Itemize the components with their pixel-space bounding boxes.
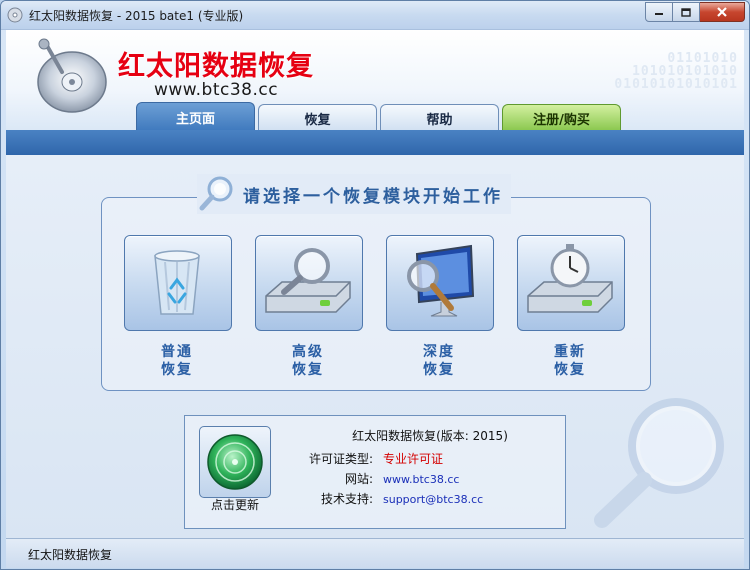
normal-recover-label: 普通 恢复	[124, 343, 230, 379]
tab-underline-bar	[6, 130, 744, 155]
update-button[interactable]	[199, 426, 271, 498]
module-label-line: 深度	[423, 344, 455, 360]
minimize-icon	[655, 13, 663, 15]
minimize-button[interactable]	[645, 2, 673, 22]
maximize-icon	[681, 7, 691, 17]
close-icon	[717, 7, 727, 17]
monitor-magnifier-icon	[407, 244, 475, 317]
search-icon	[199, 176, 233, 211]
header-banner: 01101010 101010101010 01010101010101 红太阳…	[6, 30, 744, 132]
tab-recover[interactable]: 恢复	[258, 104, 377, 132]
client-area: 01101010 101010101010 01010101010101 红太阳…	[6, 30, 744, 568]
module-label-line: 普通	[161, 344, 193, 360]
website-key: 网站:	[344, 472, 373, 486]
module-label-line: 恢复	[554, 362, 586, 378]
disk-icon	[7, 7, 23, 23]
magnifier-drive-icon	[265, 248, 351, 313]
support-key: 技术支持:	[320, 492, 373, 506]
website-row: 网站: www.btc38.cc	[279, 470, 459, 487]
app-window: 红太阳数据恢复 - 2015 bate1 (专业版) 01101010 1010…	[0, 0, 750, 570]
advanced-recover-button[interactable]	[255, 235, 363, 331]
deep-recover-label: 深度 恢复	[386, 343, 492, 379]
brand-title: 红太阳数据恢复	[118, 51, 314, 82]
title-bar[interactable]: 红太阳数据恢复 - 2015 bate1 (专业版)	[1, 1, 749, 30]
license-value: 专业许可证	[383, 452, 444, 466]
module-label-line: 重新	[554, 344, 586, 360]
normal-recover-button[interactable]	[124, 235, 232, 331]
close-button[interactable]	[700, 2, 745, 22]
tab-home[interactable]: 主页面	[136, 102, 255, 132]
main-tabs: 主页面 恢复 帮助 注册/购买	[136, 102, 624, 132]
deep-recover-button[interactable]	[386, 235, 494, 331]
status-bar: 红太阳数据恢复	[6, 538, 744, 568]
support-row: 技术支持: support@btc38.cc	[279, 490, 483, 507]
tab-help[interactable]: 帮助	[380, 104, 499, 132]
binary-decoration: 01101010 101010101010 01010101010101	[548, 52, 738, 102]
panel-title: 请选择一个恢复模块开始工作	[243, 186, 503, 207]
reformat-recover-button[interactable]	[517, 235, 625, 331]
support-email-link[interactable]: support@btc38.cc	[383, 493, 483, 506]
stopwatch-drive-icon	[527, 244, 613, 313]
caption-buttons	[645, 2, 745, 22]
website-link[interactable]: www.btc38.cc	[383, 473, 459, 486]
binary-line: 01010101010101	[614, 77, 738, 92]
home-page: 请选择一个恢复模块开始工作 普通 恢复 高级 恢复 深度 恢复 重新 恢复 点击…	[6, 155, 744, 538]
info-box: 点击更新 红太阳数据恢复(版本: 2015) 许可证类型: 专业许可证 网站: ww…	[184, 415, 566, 529]
tab-register-buy[interactable]: 注册/购买	[502, 104, 621, 132]
license-row: 许可证类型: 专业许可证	[279, 450, 443, 467]
update-label: 点击更新	[210, 498, 259, 512]
window-title: 红太阳数据恢复 - 2015 bate1 (专业版)	[29, 9, 244, 23]
magnifier-watermark-icon	[594, 398, 724, 528]
hard-disk-logo-icon	[37, 38, 107, 113]
panel-header: 请选择一个恢复模块开始工作	[197, 174, 511, 214]
module-label-line: 恢复	[292, 362, 324, 378]
module-label-line: 恢复	[423, 362, 455, 378]
module-label-line: 恢复	[161, 362, 193, 378]
maximize-button[interactable]	[673, 2, 700, 22]
version-title: 红太阳数据恢复(版本: 2015)	[352, 429, 508, 443]
radar-update-icon	[207, 434, 263, 490]
recycle-bin-icon	[154, 250, 200, 315]
advanced-recover-label: 高级 恢复	[255, 343, 361, 379]
license-key: 许可证类型:	[308, 452, 373, 466]
brand-url: www.btc38.cc	[154, 80, 279, 100]
reformat-recover-label: 重新 恢复	[517, 343, 623, 379]
module-panel: 请选择一个恢复模块开始工作 普通 恢复 高级 恢复 深度 恢复 重新 恢复	[101, 174, 651, 391]
module-label-line: 高级	[292, 344, 324, 360]
status-text: 红太阳数据恢复	[28, 548, 113, 562]
